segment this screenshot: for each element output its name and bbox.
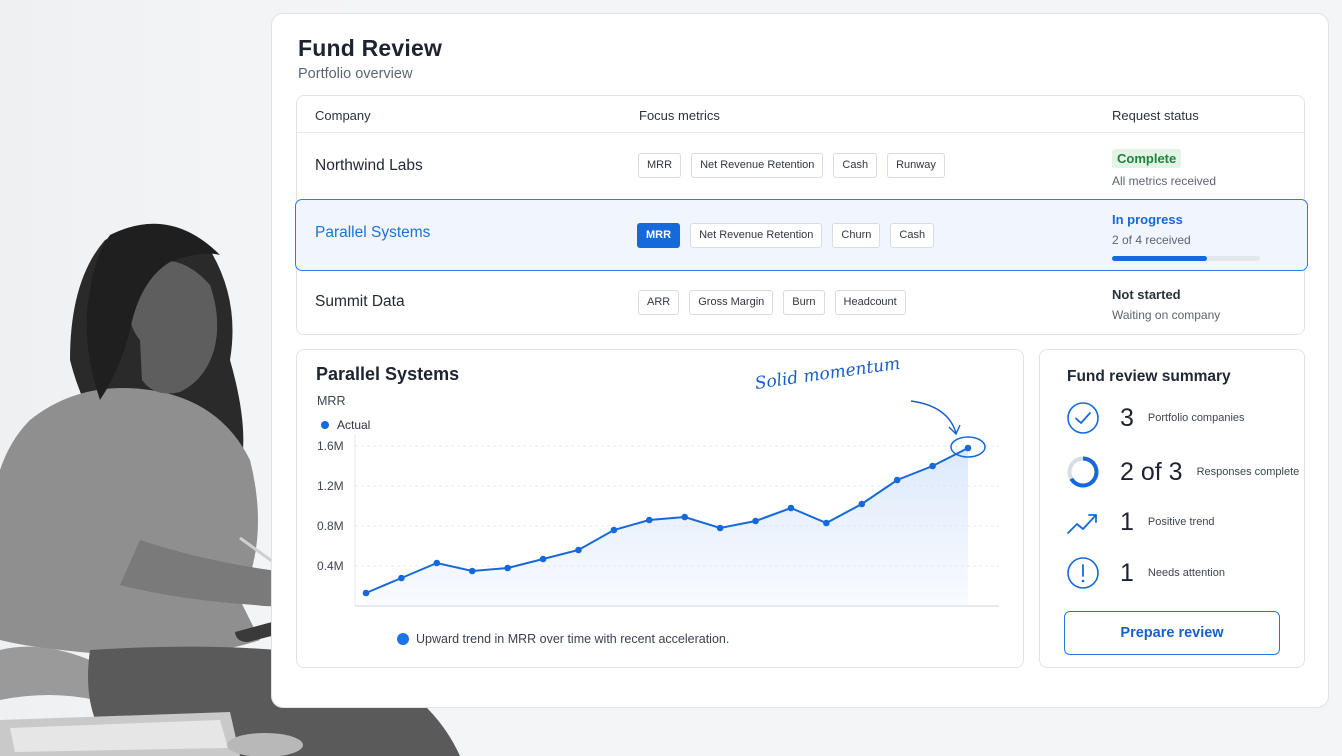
fund-review-summary-card: Fund review summary 3 Portfolio companie… xyxy=(1039,349,1305,668)
stat-value: 1 xyxy=(1120,507,1134,536)
metric-tag[interactable]: Cash xyxy=(890,223,935,248)
portfolio-table: Company Focus metrics Request status Nor… xyxy=(295,95,1308,335)
alert-circle-icon xyxy=(1067,557,1099,589)
metric-tags: MRR Net Revenue Retention Churn Cash xyxy=(637,223,935,248)
y-tick-label: 1.2M xyxy=(317,479,344,493)
data-point xyxy=(752,517,759,525)
legend-label: Actual xyxy=(337,418,371,432)
page-subtitle: Portfolio overview xyxy=(298,66,413,82)
request-status: In progress 2 of 4 received xyxy=(1112,212,1260,261)
data-point xyxy=(468,567,476,575)
partial-ring-icon xyxy=(1067,456,1099,488)
company-name[interactable]: Parallel Systems xyxy=(315,224,430,242)
data-point xyxy=(716,524,724,532)
metric-tags: MRR Net Revenue Retention Cash Runway xyxy=(638,153,945,178)
status-not-started: Not started xyxy=(1112,287,1181,302)
data-point xyxy=(539,555,547,563)
check-circle-icon xyxy=(1067,402,1099,434)
status-badge-complete: Complete xyxy=(1112,149,1182,168)
mrr-chart-card: 0.4M 0.8M 1.2M 1.6M Parallel Systems MRR Ac… xyxy=(296,349,1024,668)
series-area xyxy=(366,448,968,606)
data-point xyxy=(362,589,370,597)
data-point xyxy=(823,519,830,527)
data-point xyxy=(858,500,866,508)
metric-tag-active[interactable]: MRR xyxy=(637,223,681,248)
metric-tag[interactable]: Burn xyxy=(783,290,825,315)
chart-y-axis-label: MRR xyxy=(317,394,346,408)
chart-title: Parallel Systems xyxy=(316,364,460,384)
company-name[interactable]: Summit Data xyxy=(315,293,405,311)
chart-caption: Upward trend in MRR over time with recen… xyxy=(397,632,729,646)
chart-legend: Actual xyxy=(321,418,370,432)
mrr-chart: 0.4M 0.8M 1.2M 1.6M xyxy=(317,400,999,607)
progress-bar xyxy=(1112,256,1260,261)
y-tick-label: 1.6M xyxy=(317,439,344,453)
data-point xyxy=(787,504,795,512)
status-detail: All metrics received xyxy=(1112,174,1217,188)
stat-label: Needs attention xyxy=(1147,567,1225,579)
status-detail: 2 of 4 received xyxy=(1112,233,1191,247)
stat-value: 3 xyxy=(1120,403,1134,432)
request-status: Not started Waiting on company xyxy=(1112,287,1220,322)
table-header: Company Focus metrics Request status xyxy=(297,96,1304,133)
metric-tag[interactable]: Cash xyxy=(833,153,878,178)
metric-tag[interactable]: Net Revenue Retention xyxy=(691,153,824,178)
data-point xyxy=(645,516,653,524)
metric-tag[interactable]: Gross Margin xyxy=(689,290,774,315)
stat-needs-attention: 1 Needs attention xyxy=(1066,556,1225,590)
data-point xyxy=(398,574,405,582)
request-status: Complete All metrics received xyxy=(1112,149,1216,188)
column-header-focus-metrics[interactable]: Focus metrics xyxy=(639,108,720,123)
prepare-review-button[interactable]: Prepare review xyxy=(1064,611,1280,655)
column-header-company[interactable]: Company xyxy=(315,108,371,123)
metric-tags: ARR Gross Margin Burn Headcount xyxy=(638,290,906,315)
stat-positive-trend: 1 Positive trend xyxy=(1066,505,1215,539)
metric-tag[interactable]: Churn xyxy=(832,223,881,248)
column-header-request-status[interactable]: Request status xyxy=(1112,108,1199,123)
summary-title: Fund review summary xyxy=(1067,368,1231,385)
y-tick-label: 0.8M xyxy=(317,519,344,533)
data-point xyxy=(610,526,618,534)
metric-tag[interactable]: ARR xyxy=(638,290,680,315)
stat-label: Portfolio companies xyxy=(1147,412,1245,424)
data-point xyxy=(681,513,689,521)
metric-tag[interactable]: MRR xyxy=(638,153,682,178)
stat-value: 2 of 3 xyxy=(1120,457,1183,486)
data-point xyxy=(433,559,441,567)
metric-tag[interactable]: Headcount xyxy=(834,290,906,315)
table-row-northwind-labs[interactable]: Northwind Labs MRR Net Revenue Retention… xyxy=(297,133,1304,201)
page-title: Fund Review xyxy=(298,35,443,61)
stat-responses-complete: 2 of 3 Responses complete xyxy=(1066,455,1299,489)
trend-up-icon xyxy=(1067,514,1097,534)
chart-caption-text: Upward trend in MRR over time with recen… xyxy=(416,632,730,646)
stat-portfolio-companies: 3 Portfolio companies xyxy=(1066,401,1245,435)
stat-label: Positive trend xyxy=(1147,516,1215,528)
stat-value: 1 xyxy=(1120,558,1134,587)
metric-tag[interactable]: Runway xyxy=(887,153,945,178)
data-point xyxy=(929,462,936,470)
metric-tag[interactable]: Net Revenue Retention xyxy=(690,223,823,248)
data-point xyxy=(964,444,972,452)
company-name[interactable]: Northwind Labs xyxy=(315,157,423,175)
progress-bar-fill xyxy=(1112,256,1207,261)
table-row-parallel-systems[interactable]: Parallel Systems MRR Net Revenue Retenti… xyxy=(295,199,1308,271)
legend-dot-icon xyxy=(321,421,329,429)
caption-dot-icon xyxy=(397,633,409,645)
stat-label: Responses complete xyxy=(1196,466,1300,478)
data-point xyxy=(504,564,511,572)
y-tick-label: 0.4M xyxy=(317,559,344,573)
status-in-progress: In progress xyxy=(1112,212,1183,227)
fund-review-window: Fund Review Portfolio overview Company F… xyxy=(271,13,1329,708)
data-point xyxy=(893,476,901,484)
table-row-summit-data[interactable]: Summit Data ARR Gross Margin Burn Headco… xyxy=(297,271,1304,335)
status-detail: Waiting on company xyxy=(1112,308,1221,322)
data-point xyxy=(575,546,582,554)
